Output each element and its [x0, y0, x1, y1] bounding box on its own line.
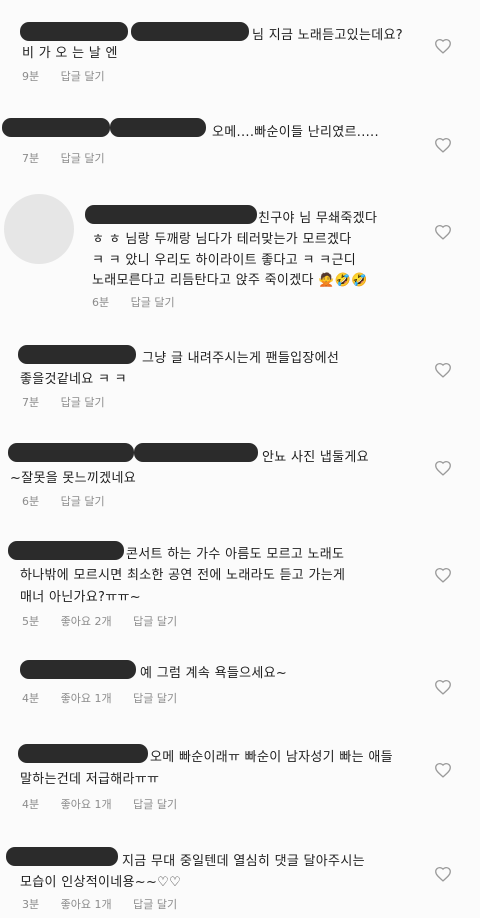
comment-meta: 3분 좋아요 1개 답글 달기	[22, 896, 195, 912]
reply-link[interactable]: 답글 달기	[61, 70, 105, 83]
like-button[interactable]	[434, 762, 452, 778]
comment-text: 오메 빠순이래ㅠ 빠순이 남자성기 빠는 애들	[150, 750, 393, 765]
comment-text: ~잘못을 못느끼겠네요	[10, 471, 136, 486]
comment-meta: 7분 답글 달기	[22, 394, 123, 410]
redacted-username	[6, 847, 118, 866]
reply-link[interactable]: 답글 달기	[131, 296, 175, 309]
comment-meta: 6분 답글 달기	[22, 493, 123, 509]
comment-time: 7분	[22, 152, 40, 165]
reply-link[interactable]: 답글 달기	[61, 152, 105, 165]
heart-outline-icon	[435, 866, 451, 882]
like-count[interactable]: 좋아요 1개	[61, 798, 112, 811]
redacted-username	[8, 443, 134, 462]
comment-text: 안뇨 사진 냅둘게요	[262, 450, 369, 465]
comment-time: 6분	[22, 495, 40, 508]
comment-text: 말하는건데 저급해라ㅠㅠ	[20, 772, 160, 787]
redacted-username	[131, 22, 249, 41]
like-count[interactable]: 좋아요 2개	[61, 615, 112, 628]
comment-text: 그냥 글 내려주시는게 팬들입장에선	[142, 351, 340, 366]
comment-time: 5분	[22, 615, 40, 628]
redacted-username	[8, 541, 124, 560]
reply-link[interactable]: 답글 달기	[133, 898, 177, 911]
like-button[interactable]	[434, 567, 452, 583]
reply-link[interactable]: 답글 달기	[133, 615, 177, 628]
heart-outline-icon	[435, 224, 451, 240]
comment-time: 6분	[92, 296, 110, 309]
comment-text: 예 그럼 계속 욕들으세요~	[140, 666, 288, 681]
comment-text: ㅎ ㅎ 님랑 두깨랑 님다가 테러맞는가 모르겠다	[92, 232, 352, 247]
comment-time: 4분	[22, 798, 40, 811]
heart-outline-icon	[435, 137, 451, 153]
avatar[interactable]	[4, 194, 74, 264]
redacted-username	[2, 118, 110, 137]
comment-meta: 6분 답글 달기	[92, 294, 193, 310]
heart-outline-icon	[435, 679, 451, 695]
heart-outline-icon	[435, 38, 451, 54]
like-count[interactable]: 좋아요 1개	[61, 692, 112, 705]
comment-text: 좋을것같네요 ㅋ ㅋ	[20, 372, 127, 387]
redacted-username	[134, 443, 258, 462]
comment-time: 7분	[22, 396, 40, 409]
like-button[interactable]	[434, 866, 452, 882]
like-button[interactable]	[434, 137, 452, 153]
like-button[interactable]	[434, 38, 452, 54]
redacted-username	[20, 660, 136, 679]
comment-text: 친구야 님 무쇄죽겠다	[258, 211, 378, 226]
redacted-username	[20, 22, 128, 41]
like-button[interactable]	[434, 224, 452, 240]
comment-text: 노래모른다고 리듬탄다고 앉주 죽이겠다 🙅🤣🤣	[92, 273, 368, 288]
heart-outline-icon	[435, 460, 451, 476]
reply-link[interactable]: 답글 달기	[133, 692, 177, 705]
comment-text: 비 가 오 는 날 엔	[22, 46, 118, 61]
like-count[interactable]: 좋아요 1개	[61, 898, 112, 911]
comment-text: 님 지금 노래듣고있는데요?	[252, 28, 403, 43]
heart-outline-icon	[435, 362, 451, 378]
comment-meta: 9분 답글 달기	[22, 68, 123, 84]
comment-time: 9분	[22, 70, 40, 83]
comment-text: 오메....빠순이들 난리였르.....	[212, 125, 379, 140]
redacted-username	[110, 118, 206, 137]
heart-outline-icon	[435, 762, 451, 778]
redacted-username	[18, 744, 148, 763]
comment-text: ㅋ ㅋ 았니 우리도 하이라이트 좋다고 ㅋ ㅋ근디	[92, 253, 356, 268]
reply-link[interactable]: 답글 달기	[133, 798, 177, 811]
like-button[interactable]	[434, 362, 452, 378]
comment-meta: 7분 답글 달기	[22, 150, 123, 166]
redacted-username	[18, 345, 136, 364]
like-button[interactable]	[434, 679, 452, 695]
comment-text: 지금 무대 중일텐데 열심히 댓글 달아주시는	[122, 854, 365, 869]
comment-text: 하나밖에 모르시면 최소한 공연 전에 노래라도 듣고 가는게	[20, 568, 346, 583]
comment-meta: 4분 좋아요 1개 답글 달기	[22, 796, 195, 812]
comment-meta: 5분 좋아요 2개 답글 달기	[22, 613, 195, 629]
reply-link[interactable]: 답글 달기	[61, 495, 105, 508]
comment-meta: 4분 좋아요 1개 답글 달기	[22, 690, 195, 706]
comment-time: 4분	[22, 692, 40, 705]
heart-outline-icon	[435, 567, 451, 583]
like-button[interactable]	[434, 460, 452, 476]
reply-link[interactable]: 답글 달기	[61, 396, 105, 409]
comment-text: 콘서트 하는 가수 아름도 모르고 노래도	[126, 547, 345, 562]
redacted-username	[85, 205, 257, 224]
comment-text: 매너 아닌가요?ㅠㅠ~	[20, 590, 141, 605]
comment-time: 3분	[22, 898, 40, 911]
comment-text: 모습이 인상적이네용~~♡♡	[20, 875, 182, 890]
